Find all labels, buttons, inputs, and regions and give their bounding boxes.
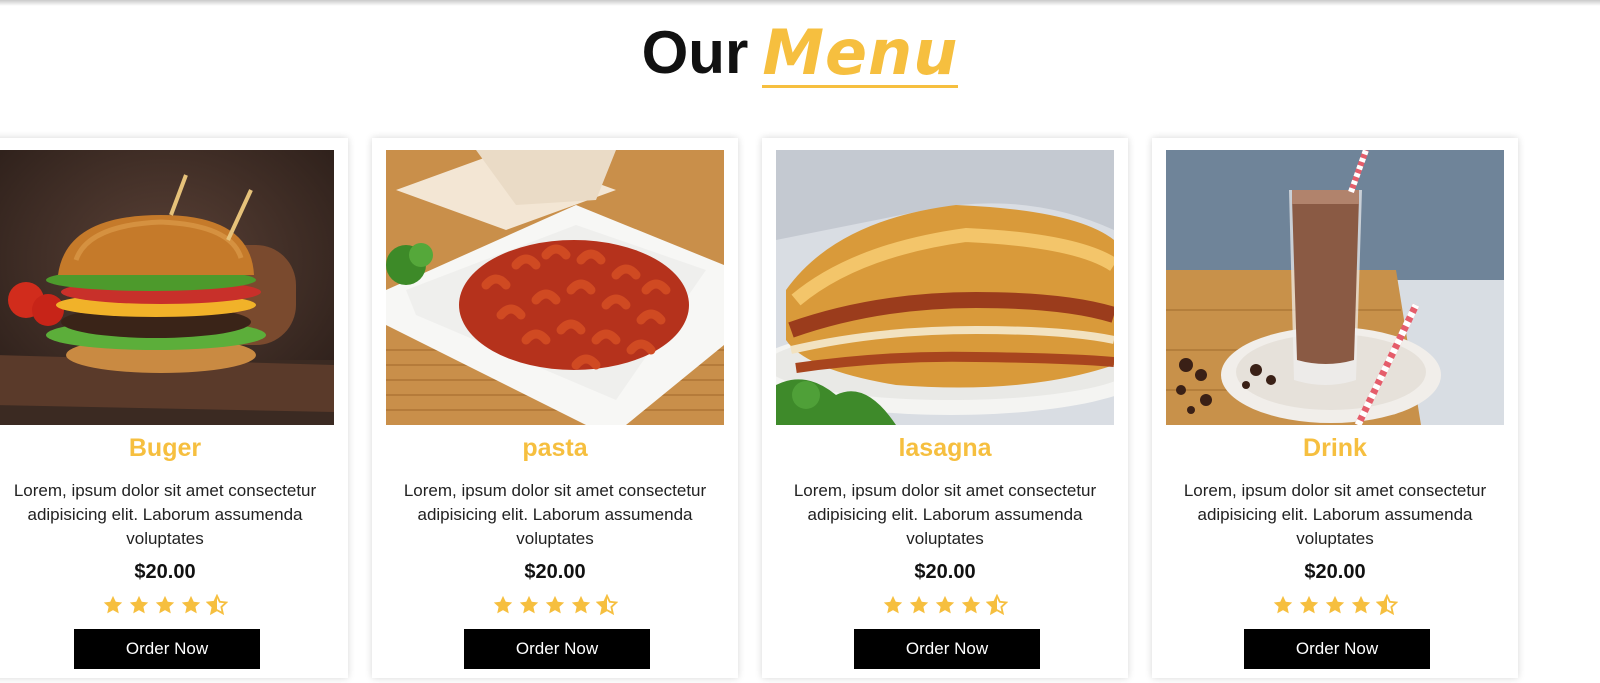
heading-accent-text: Menu: [762, 16, 959, 89]
order-now-button[interactable]: Order Now: [854, 629, 1040, 669]
burger-image: [0, 150, 334, 425]
star-rating: [762, 593, 1128, 616]
menu-cards: Buger Lorem, ipsum dolor sit amet consec…: [0, 138, 1600, 683]
star-rating: [372, 593, 738, 616]
card-title: lasagna: [898, 434, 992, 462]
star-icon: [1271, 594, 1295, 616]
card-description: Lorem, ipsum dolor sit amet consectetur …: [13, 481, 317, 548]
star-rating: [1152, 593, 1518, 616]
heading-main-text: Our: [641, 19, 749, 86]
card-description: Lorem, ipsum dolor sit amet consectetur …: [403, 481, 707, 548]
star-icon: [517, 594, 541, 616]
star-half-icon: [985, 593, 1009, 616]
star-icon: [959, 594, 983, 616]
order-now-button[interactable]: Order Now: [74, 629, 260, 669]
star-icon: [543, 594, 567, 616]
lasagna-image: [776, 150, 1114, 425]
star-icon: [101, 594, 125, 616]
star-icon: [127, 594, 151, 616]
top-bar-shadow: [0, 0, 1600, 6]
card-price: $20.00: [1304, 561, 1366, 583]
card-price: $20.00: [914, 561, 976, 583]
card-price: $20.00: [524, 561, 586, 583]
menu-card-burger: Buger Lorem, ipsum dolor sit amet consec…: [0, 138, 348, 678]
star-icon: [153, 594, 177, 616]
star-rating: [0, 593, 348, 616]
star-icon: [491, 594, 515, 616]
star-half-icon: [205, 593, 229, 616]
card-description: Lorem, ipsum dolor sit amet consectetur …: [793, 481, 1097, 548]
star-icon: [933, 594, 957, 616]
star-half-icon: [595, 593, 619, 616]
star-icon: [569, 594, 593, 616]
star-icon: [1323, 594, 1347, 616]
card-title: pasta: [522, 434, 588, 462]
order-now-button[interactable]: Order Now: [464, 629, 650, 669]
card-description: Lorem, ipsum dolor sit amet consectetur …: [1183, 481, 1487, 548]
card-title: Buger: [128, 434, 202, 462]
menu-card-pasta: pasta Lorem, ipsum dolor sit amet consec…: [372, 138, 738, 678]
card-price: $20.00: [134, 561, 196, 583]
order-now-button[interactable]: Order Now: [1244, 629, 1430, 669]
drink-image: [1166, 150, 1504, 425]
card-title: Drink: [1303, 434, 1367, 462]
menu-card-drink: Drink Lorem, ipsum dolor sit amet consec…: [1152, 138, 1518, 678]
menu-card-lasagna: lasagna Lorem, ipsum dolor sit amet cons…: [762, 138, 1128, 678]
star-icon: [881, 594, 905, 616]
star-icon: [907, 594, 931, 616]
star-icon: [1297, 594, 1321, 616]
star-icon: [1349, 594, 1373, 616]
star-half-icon: [1375, 593, 1399, 616]
pasta-image: [386, 150, 724, 425]
section-heading: Our Menu: [0, 18, 1600, 98]
star-icon: [179, 594, 203, 616]
